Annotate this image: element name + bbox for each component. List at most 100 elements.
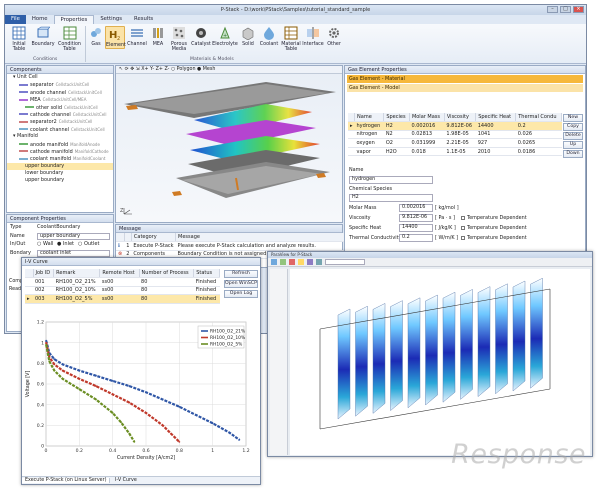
gas-name-field[interactable]: hydrogen [349, 176, 433, 184]
radio-wall[interactable]: ○ Wall [37, 240, 53, 249]
tree-item[interactable]: lower boundary [7, 170, 113, 177]
up-button[interactable]: Up [563, 141, 583, 149]
tree-item[interactable]: ▾ Manifold [7, 133, 113, 140]
axes-icon[interactable] [316, 259, 322, 265]
tree-item[interactable]: anode manifold ManifoldAnode [7, 141, 113, 148]
tab-home[interactable]: Home [26, 15, 54, 24]
rotate-icon[interactable]: ⟳ ✥ ⇲ [125, 67, 140, 72]
job-row[interactable]: ▸ 003 RH100_O2_5% ss00 80 Finished [25, 294, 220, 304]
minimize-button[interactable]: – [547, 6, 558, 13]
save-icon[interactable] [280, 259, 286, 265]
table-icon [12, 26, 26, 40]
cursor-icon[interactable]: ↖ [119, 67, 123, 72]
data-point [111, 393, 114, 396]
radio-outlet[interactable]: ○ Outlet [78, 240, 99, 249]
tree-item[interactable]: anode channel CellstackUnitCell [7, 89, 113, 96]
condition-table-button[interactable]: Condition Table [56, 26, 83, 52]
gas-row[interactable]: ▸ hydrogen H2 0.002016 9.812E-06 14400 0.2 [348, 121, 562, 131]
reset-camera-icon[interactable] [298, 259, 304, 265]
stack-3d-view[interactable] [290, 269, 590, 455]
polygon-radio[interactable]: ○ Polygon [171, 67, 196, 72]
porous-media-button[interactable]: Porous Media [168, 26, 190, 52]
axis-icon[interactable]: X+ Y- Z+ Z- [141, 67, 171, 72]
tree-item[interactable]: ▾ Unit Cell [7, 74, 113, 81]
data-point [161, 424, 164, 427]
open-winscp-button[interactable]: Open WinSCP [224, 280, 258, 288]
refresh-button[interactable]: Refresh [224, 270, 258, 278]
model-viewport[interactable]: ↖ ⟳ ✥ ⇲ X+ Y- Z+ Z- ○ Polygon ● Mesh Z [115, 65, 343, 223]
paraview-pipeline[interactable] [270, 269, 288, 455]
channel-icon [131, 29, 143, 37]
message-row[interactable]: ℹ 1 Execute P-Stack Please execute P-Stack … [116, 241, 364, 251]
electrolyte-button[interactable]: + Electrolyte [212, 26, 238, 47]
tree-item[interactable]: coolant manifold ManifoldCoolant [7, 155, 113, 162]
conductivity-field[interactable]: 0.2 [399, 234, 433, 242]
maximize-button[interactable]: □ [560, 6, 571, 13]
element-button[interactable]: H2 Element [105, 26, 126, 49]
solid-button[interactable]: Solid [238, 26, 258, 47]
copy-button[interactable]: Copy [563, 123, 583, 131]
radio-inlet[interactable]: ● Inlet [57, 240, 74, 249]
data-point [120, 421, 122, 424]
x-tick-label: 0.8 [176, 448, 183, 454]
gas-button[interactable]: Gas [87, 26, 105, 47]
tree-item[interactable]: cathode channel CellstackUnitCell [7, 111, 113, 118]
viscosity-field[interactable]: 9.812E-06 [399, 214, 433, 222]
open-icon[interactable] [271, 259, 277, 265]
gas-row[interactable]: oxygen O2 0.031999 2.21E-05 927 0.0265 [348, 138, 562, 148]
catalyst-button[interactable]: Catalyst [190, 26, 212, 47]
molar-mass-field[interactable]: 0.002016 [399, 204, 433, 212]
tree-item[interactable]: upper boundary [7, 177, 113, 184]
material-section[interactable]: Gas Element - Material [347, 75, 583, 83]
coolant-button[interactable]: Coolant [258, 26, 280, 47]
filter-icon[interactable] [307, 259, 313, 265]
interface-button[interactable]: Interface [302, 26, 324, 47]
gas-row[interactable]: nitrogen N2 0.02813 1.98E-05 1041 0.026 [348, 130, 562, 140]
mea-button[interactable]: MEA [148, 26, 168, 47]
tab-properties[interactable]: Properties [53, 15, 95, 24]
tab-execute-pstack[interactable]: Execute P-Stack (on Linux Server) [22, 478, 111, 483]
x-tick-label: 0 [45, 448, 48, 454]
color-swatch [25, 106, 34, 109]
material-table-button[interactable]: Material Table [280, 26, 302, 52]
tree-item[interactable]: separator2 CellstackUnitCell [7, 118, 113, 125]
solid-icon [242, 27, 254, 40]
tab-results[interactable]: Results [128, 15, 159, 24]
boundary-button[interactable]: Boundary [31, 26, 55, 47]
open-log-button[interactable]: Open Log [224, 290, 258, 298]
play-icon[interactable] [289, 259, 295, 265]
mesh-radio[interactable]: ● Mesh [197, 67, 215, 72]
specific-heat-field[interactable]: 14400 [399, 224, 433, 232]
species-select[interactable]: H2 [349, 194, 433, 202]
close-button[interactable]: × [573, 6, 584, 13]
new-button[interactable]: New [563, 114, 583, 122]
tree-item[interactable]: MEA CellstackUnitCell/MEA [7, 96, 113, 103]
viscosity-temp-checkbox[interactable]: Temperature Dependent [461, 215, 527, 221]
tree-item[interactable]: upper boundary [7, 162, 113, 171]
data-point [145, 412, 147, 414]
initial-table-button[interactable]: Initial Table [7, 26, 31, 52]
tree-item[interactable]: cathode manifold ManifoldCathode [7, 148, 113, 155]
variable-select[interactable] [325, 259, 365, 265]
gas-row[interactable]: vapor H2O 0.018 1.1E-05 2010 0.0186 [348, 147, 562, 157]
name-field[interactable]: upper boundary [37, 232, 110, 240]
job-row[interactable]: 001 RH100_O2_21% ss00 80 Finished [25, 277, 220, 287]
tree-item[interactable]: coolant channel CellstackUnitCell [7, 126, 113, 133]
down-button[interactable]: Down [563, 150, 583, 158]
data-point [95, 398, 97, 401]
stack-slab [425, 294, 438, 406]
bondary-select[interactable]: coolant inlet [37, 249, 110, 257]
conductivity-temp-checkbox[interactable]: Temperature Dependent [461, 235, 527, 241]
tab-file[interactable]: File [5, 15, 26, 24]
tab-settings[interactable]: Settings [94, 15, 128, 24]
job-row[interactable]: 002 RH100_O2_10% ss00 80 Finished [25, 286, 220, 296]
heat-temp-checkbox[interactable]: Temperature Dependent [461, 225, 527, 231]
y-tick-label: 0 [41, 444, 44, 450]
tree-item[interactable]: other solid CellstackUnitCell [7, 104, 113, 111]
channel-button[interactable]: Channel [126, 26, 148, 47]
tab-iv-curve[interactable]: I-V Curve [112, 478, 140, 483]
other-button[interactable]: Other [324, 26, 344, 47]
model-section[interactable]: Gas Element - Model [347, 84, 583, 92]
delete-button[interactable]: Delete [563, 132, 583, 140]
tree-item[interactable]: separator CellstackUnitCell [7, 81, 113, 88]
